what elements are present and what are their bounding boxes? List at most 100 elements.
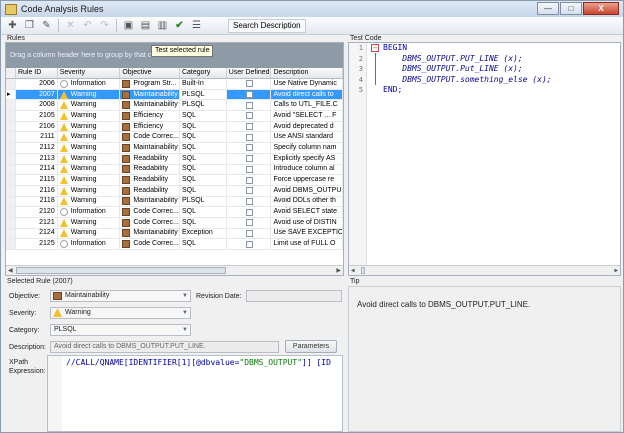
user-defined-cell[interactable] [227,111,272,121]
rule-id-cell[interactable]: 2111 [16,132,58,143]
description-field[interactable]: Avoid direct calls to DBMS_OUTPUT.PUT_LI… [50,341,279,353]
category-cell[interactable]: SQL [180,111,227,121]
new-rule-icon[interactable]: ✚ [5,18,20,33]
objective-cell[interactable]: Code Correc... [120,217,180,228]
close-button[interactable]: X [583,2,619,15]
table-row[interactable]: 2008 Warning Maintainability PLSQL Calls to … [6,100,343,112]
user-defined-cell[interactable] [227,217,272,228]
description-cell[interactable]: Avoid "SELECT ... F [271,111,343,121]
save-icon[interactable]: ▣ [121,18,136,33]
rule-id-cell[interactable]: 2115 [16,175,58,185]
category-cell[interactable]: SQL [180,153,227,164]
rule-id-cell[interactable]: 2125 [16,239,58,249]
user-defined-cell[interactable] [227,132,272,143]
horizontal-scrollbar[interactable]: ◀ ▶ [6,265,343,275]
severity-cell[interactable]: Warning [58,228,121,239]
user-defined-cell[interactable] [227,239,272,249]
user-defined-checkbox[interactable] [246,123,254,131]
rule-id-cell[interactable]: 2008 [16,100,58,111]
severity-cell[interactable]: Warning [58,217,121,228]
user-defined-cell[interactable] [227,228,272,239]
delete-icon[interactable]: ✕ [63,18,78,33]
redo-icon[interactable]: ↷ [97,18,112,33]
rule-id-cell[interactable]: 2124 [16,228,58,239]
user-defined-cell[interactable] [227,143,272,153]
description-cell[interactable]: Introduce column al [271,164,343,175]
rule-id-cell[interactable]: 2105 [16,111,58,121]
objective-cell[interactable]: Maintainability [120,228,180,239]
objective-cell[interactable]: Readability [120,185,180,196]
description-cell[interactable]: Avoid direct calls to [271,89,343,100]
undo-icon[interactable]: ↶ [80,18,95,33]
user-defined-checkbox[interactable] [246,208,254,216]
objective-cell[interactable]: Program Str... [120,79,180,89]
row-indicator[interactable] [6,132,16,143]
severity-cell[interactable]: Warning [58,185,121,196]
row-indicator[interactable] [6,143,16,153]
objective-cell[interactable]: Readability [120,175,180,185]
category-cell[interactable]: SQL [180,185,227,196]
table-row[interactable]: 2116 Warning Readability SQL Avoid DBMS_OUTP… [6,185,343,197]
title-bar[interactable]: Code Analysis Rules — □ X [1,1,623,17]
rule-id-cell[interactable]: 2113 [16,153,58,164]
user-defined-cell[interactable] [227,79,272,89]
scrollbar-thumb[interactable] [361,267,365,274]
user-defined-checkbox[interactable] [246,80,254,88]
category-combo[interactable]: PLSQL ▼ [50,324,191,336]
column-header-objective[interactable]: Objective [120,68,180,78]
user-defined-checkbox[interactable] [246,91,254,99]
scroll-left-icon[interactable]: ◀ [351,267,355,274]
category-cell[interactable]: SQL [180,121,227,132]
user-defined-cell[interactable] [227,196,272,207]
user-defined-checkbox[interactable] [246,240,254,248]
table-row[interactable]: 2114 Warning Readability SQL Introduce colum… [6,164,343,176]
maximize-button[interactable]: □ [560,2,582,15]
rule-id-cell[interactable]: 2006 [16,79,58,89]
description-cell[interactable]: Use SAVE EXCEPTIO [271,228,343,239]
severity-cell[interactable]: Warning [58,143,121,153]
row-indicator[interactable] [6,185,16,196]
row-indicator[interactable] [6,196,16,207]
rule-id-cell[interactable]: 2118 [16,196,58,207]
column-header-category[interactable]: Category [180,68,227,78]
category-cell[interactable]: SQL [180,207,227,217]
row-indicator[interactable] [6,164,16,175]
copy-rule-icon[interactable]: ❐ [22,18,37,33]
table-row[interactable]: 2105 Warning Efficiency SQL Avoid "SELECT ..… [6,111,343,122]
chevron-down-icon[interactable]: ▼ [182,308,188,318]
row-indicator[interactable] [6,239,16,249]
scroll-right-icon[interactable]: ▶ [614,267,618,274]
test-rule-icon[interactable]: ✔ [172,18,187,33]
row-indicator[interactable] [6,217,16,228]
objective-cell[interactable]: Maintainability [120,143,180,153]
column-header-user-defined[interactable]: User Defined [227,68,272,78]
description-cell[interactable]: Avoid use of DISTIN [271,217,343,228]
rule-id-cell[interactable]: 2121 [16,217,58,228]
export-icon[interactable]: ▥ [155,18,170,33]
user-defined-checkbox[interactable] [246,155,254,163]
category-cell[interactable]: SQL [180,217,227,228]
column-header-description[interactable]: Description [271,68,343,78]
description-cell[interactable]: Avoid DDLs other th [271,196,343,207]
table-row[interactable]: 2115 Warning Readability SQL Force uppercase… [6,175,343,186]
category-cell[interactable]: Exception [180,228,227,239]
rule-id-cell[interactable]: 2116 [16,185,58,196]
severity-combo[interactable]: Warning ▼ [50,307,191,319]
table-row[interactable]: 2006 Information Program Str... Built-In Use… [6,79,343,90]
table-row[interactable]: 2125 Information Code Correc... SQL Limit us… [6,239,343,250]
minimize-button[interactable]: — [537,2,559,15]
scroll-right-icon[interactable]: ▶ [336,267,341,274]
description-cell[interactable]: Use ANSI standard [271,132,343,143]
table-row[interactable]: 2121 Warning Code Correc... SQL Avoid use of… [6,217,343,229]
user-defined-cell[interactable] [227,121,272,132]
user-defined-checkbox[interactable] [246,197,254,205]
description-cell[interactable]: Avoid SELECT state [271,207,343,217]
list-icon[interactable]: ☰ [189,18,204,33]
row-indicator[interactable] [6,175,16,185]
table-row[interactable]: ▸ 2007 Warning Maintainability PLSQL Avoid di… [6,89,343,101]
parameters-button[interactable]: Parameters [285,340,337,353]
objective-cell[interactable]: Readability [120,153,180,164]
objective-cell[interactable]: Maintainability [120,89,180,100]
description-cell[interactable]: Calls to UTL_FILE.C [271,100,343,111]
objective-combo[interactable]: Maintainability ▼ [50,290,191,302]
